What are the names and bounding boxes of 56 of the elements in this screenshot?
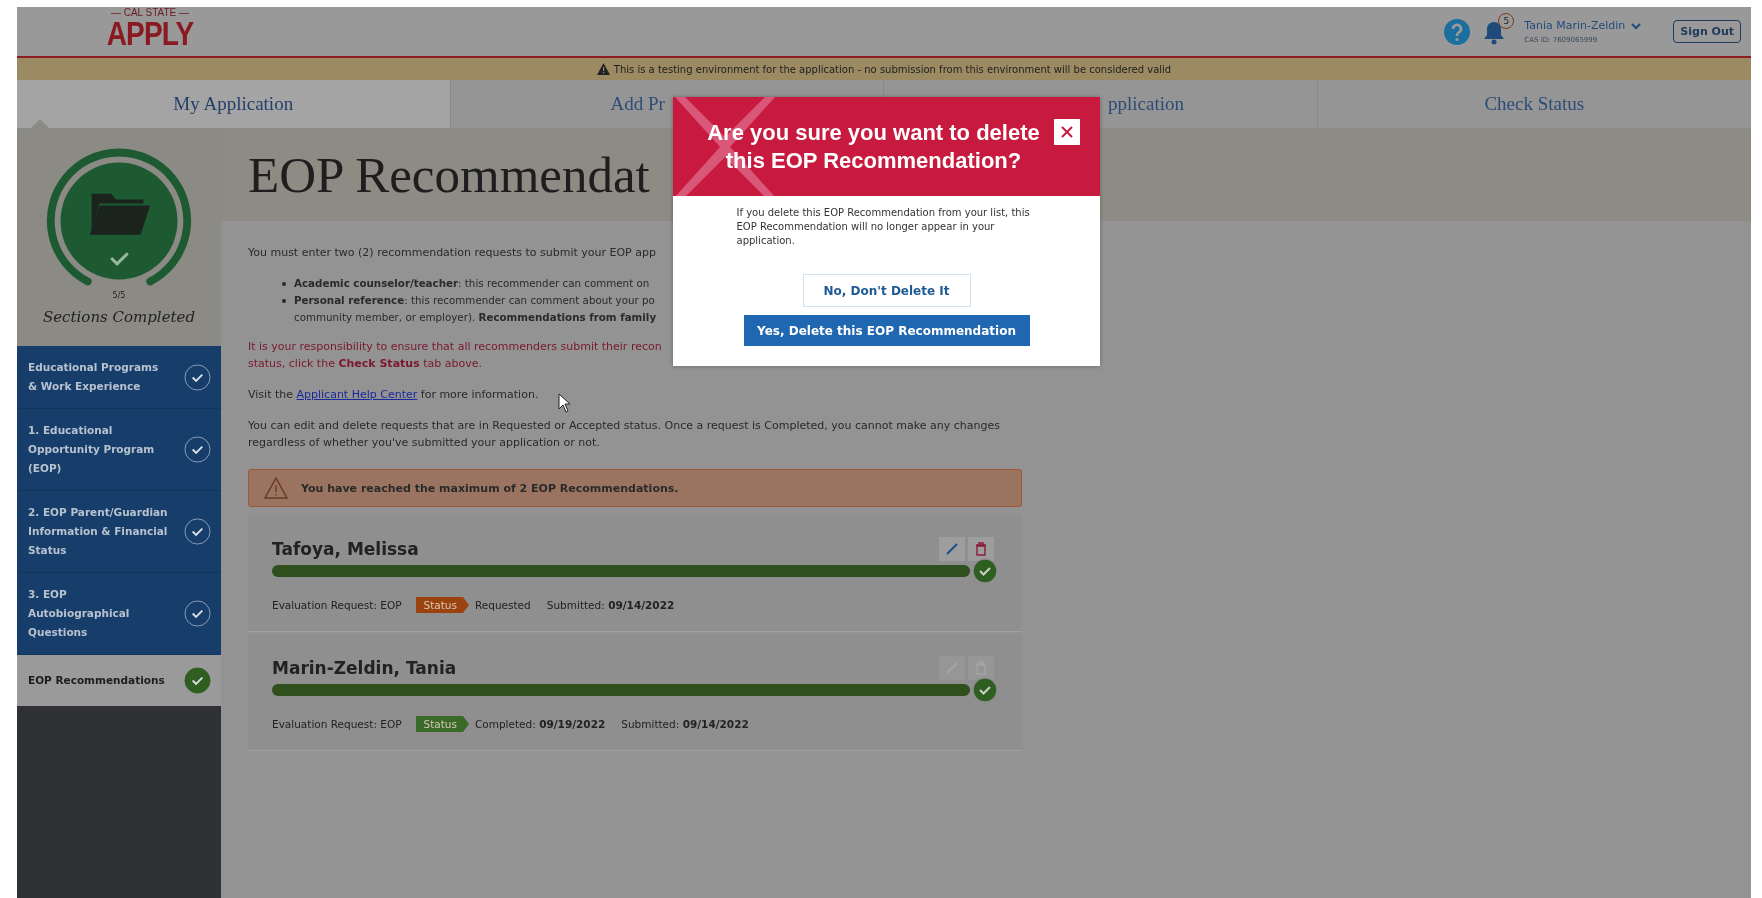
pencil-icon (945, 542, 959, 556)
status-tag: Status (415, 597, 469, 613)
submitted-date: Submitted: 09/14/2022 (621, 718, 749, 730)
help-center-link[interactable]: Applicant Help Center (296, 388, 418, 401)
edit-note-text: You can edit and delete requests that are in Requested or Accepted status. Once a request is Completed, you cannot make any changes regardless of whether you've submitted your application or not. (248, 418, 1001, 451)
dialog-message: If you delete this EOP Recommendation from your list, this EOP Recommendation will no longer appear in your application. (736, 206, 1031, 248)
close-button[interactable] (1054, 119, 1080, 145)
status-text: Requested (474, 599, 531, 611)
cancel-button[interactable]: No, Don't Delete It (802, 274, 971, 307)
warning-text: You have reached the maximum of 2 EOP Recommendations. (301, 481, 679, 495)
bullet-text: Personal reference: this recommender can comment about your po community member, or employer). Recommendations from family (294, 293, 657, 325)
check-circle-icon (972, 677, 998, 703)
evaluation-label: Evaluation Request: EOP (272, 718, 402, 730)
bullet-text: Academic counselor/teacher: this recommender can comment on (294, 276, 650, 291)
intro-text: You must enter two (2) recommendation requests to submit your EOP app (248, 245, 657, 261)
nav-tab[interactable]: Check Status (1317, 80, 1751, 128)
notification-badge: 5 (1498, 12, 1515, 29)
status-text: Completed: 09/19/2022 (474, 718, 606, 730)
delete-button[interactable] (968, 537, 994, 561)
recommender-name: Marin-Zeldin, Tania (272, 658, 457, 678)
page-title: EOP Recommendat (248, 146, 650, 204)
bullet-icon (282, 299, 286, 303)
trash-icon (975, 542, 987, 556)
check-circle-icon (184, 363, 211, 391)
check-circle-icon (972, 558, 998, 584)
notice-text: It is your responsibility to ensure that all recommenders submit their recon status, click the Check Status tab above. (248, 339, 663, 372)
close-icon (1060, 125, 1074, 139)
evaluation-label: Evaluation Request: EOP (272, 599, 402, 611)
check-circle-icon (184, 667, 211, 694)
recommender-name: Tafoya, Melissa (272, 539, 419, 559)
bullet-icon (282, 282, 286, 286)
user-name[interactable]: Tania Marin-Zeldin (1524, 19, 1626, 32)
mouse-cursor-icon (558, 393, 572, 413)
logo-text: APPLY (106, 18, 194, 50)
logo-caption: — CAL STATE — (110, 7, 190, 18)
progress-label: Sections Completed (42, 308, 196, 326)
confirm-delete-button[interactable]: Yes, Delete this EOP Recommendation (743, 315, 1030, 346)
banner-text: This is a testing environment for the application - no submission from this environment will be considered valid (613, 63, 1172, 75)
sidebar-item[interactable]: Educational Programs & Work Experience (17, 346, 221, 409)
check-circle-icon (184, 518, 211, 545)
chevron-down-icon[interactable] (1631, 21, 1642, 30)
sidebar-item[interactable]: 3. EOP Autobiographical Questions (17, 573, 221, 655)
help-icon[interactable] (1444, 18, 1471, 45)
progress-count: 5/5 (112, 291, 126, 300)
sidebar-item[interactable]: 1. Educational Opportunity Program (EOP) (17, 409, 221, 491)
edit-button[interactable] (939, 537, 965, 561)
help-text: Visit the Applicant Help Center for more information. (248, 387, 540, 403)
check-circle-icon (184, 600, 211, 627)
status-tag: Status (415, 716, 469, 732)
sidebar-item[interactable]: 2. EOP Parent/Guardian Information & Financial Status (17, 491, 221, 573)
sidebar-item[interactable]: EOP Recommendations (17, 655, 221, 706)
warning-icon (596, 63, 610, 75)
check-circle-icon (184, 436, 211, 463)
warning-icon (263, 476, 289, 500)
submitted-date: Submitted: 09/14/2022 (546, 599, 675, 611)
sign-out-button[interactable]: Sign Out (1673, 20, 1741, 43)
